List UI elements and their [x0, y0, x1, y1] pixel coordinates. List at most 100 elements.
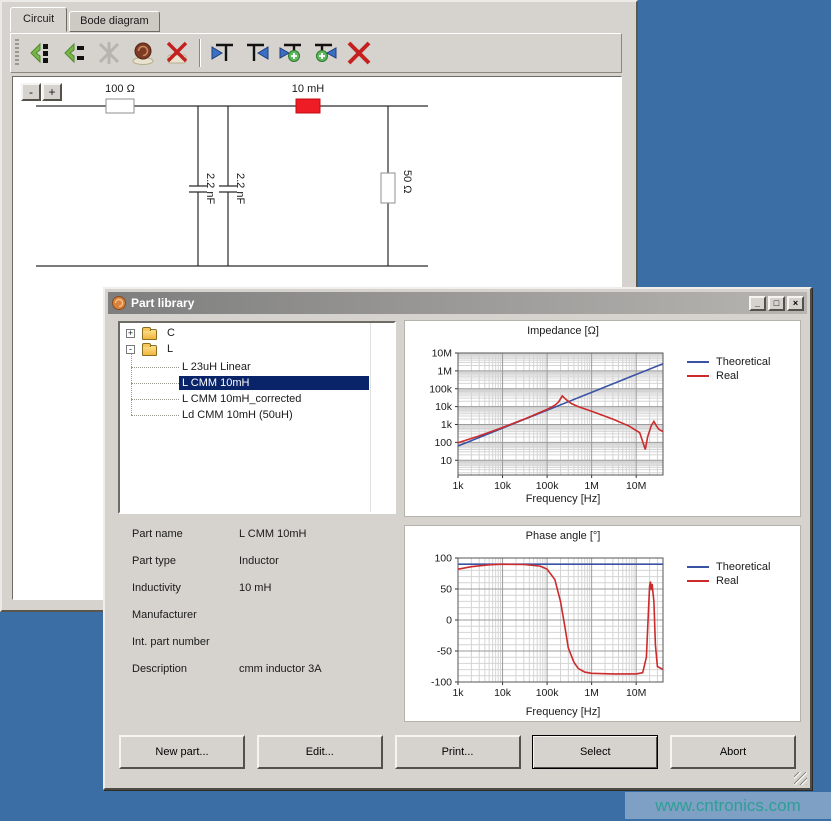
- close-button[interactable]: ×: [787, 296, 804, 311]
- resize-grip[interactable]: [794, 772, 807, 785]
- part-name-value: L CMM 10mH: [239, 528, 306, 540]
- part-type-value: Inductor: [239, 555, 279, 567]
- capacitor-1-label: 2.2 nF: [204, 173, 216, 204]
- inductivity-label: Inductivity: [132, 582, 181, 594]
- part-library-button[interactable]: [127, 37, 159, 69]
- int-part-number-label: Int. part number: [132, 636, 210, 648]
- delete-marker-button[interactable]: [343, 37, 375, 69]
- select-button[interactable]: Select: [532, 735, 658, 769]
- resistor-50ohm[interactable]: [381, 173, 395, 203]
- toolbar-separator: [199, 39, 201, 67]
- edit-button[interactable]: Edit...: [257, 735, 383, 769]
- cut-disabled-button[interactable]: [93, 37, 125, 69]
- theoretical-line-swatch: [687, 361, 709, 363]
- legend-real-label: Real: [716, 575, 739, 587]
- toolbar-grip[interactable]: [15, 39, 19, 67]
- abort-button[interactable]: Abort: [670, 735, 796, 769]
- nudge-part-left-icon: [27, 39, 55, 67]
- insert-part-left-icon: [61, 39, 89, 67]
- theoretical-line-swatch: [687, 566, 709, 568]
- tab-circuit[interactable]: Circuit: [10, 7, 67, 32]
- watermark-banner: www.cntronics.com: [625, 792, 831, 819]
- folder-open-icon: [142, 345, 157, 356]
- tree-item-c[interactable]: C: [164, 326, 178, 340]
- tree-item-l-cmm-10mh[interactable]: L CMM 10mH: [179, 376, 369, 390]
- tree-connector: [131, 367, 179, 368]
- description-label: Description: [132, 663, 187, 675]
- add-marker-right-icon: [311, 39, 339, 67]
- marker-right-button[interactable]: [241, 37, 273, 69]
- svg-text:10: 10: [440, 455, 452, 467]
- svg-text:10M: 10M: [626, 687, 646, 699]
- tree-connector: [131, 383, 179, 384]
- svg-text:1k: 1k: [452, 687, 464, 699]
- svg-text:1M: 1M: [584, 687, 599, 699]
- inductivity-value: 10 mH: [239, 582, 271, 594]
- dialog-button-row: New part... Edit... Print... Select Abor…: [119, 735, 796, 769]
- add-marker-left-icon: [277, 39, 305, 67]
- svg-text:1M: 1M: [437, 365, 452, 377]
- dialog-title: Part library: [131, 296, 747, 310]
- dialog-title-bar[interactable]: Part library _ □ ×: [108, 292, 807, 314]
- phase-x-axis-label: Frequency [Hz]: [405, 706, 721, 718]
- delete-part-button[interactable]: [161, 37, 193, 69]
- inductor-10mh[interactable]: [296, 99, 320, 113]
- phase-legend: Theoretical Real: [687, 560, 770, 588]
- resistor-100ohm-label: 100 Ω: [105, 83, 135, 95]
- svg-text:100k: 100k: [536, 480, 560, 492]
- svg-text:50: 50: [440, 584, 452, 596]
- tree-column-divider: [370, 323, 371, 512]
- manufacturer-label: Manufacturer: [132, 609, 197, 621]
- print-button[interactable]: Print...: [395, 735, 521, 769]
- tab-bar: Circuit Bode diagram: [10, 8, 160, 32]
- tab-bode-diagram[interactable]: Bode diagram: [69, 11, 160, 32]
- marker-left-button[interactable]: [207, 37, 239, 69]
- real-line-swatch: [687, 375, 709, 377]
- add-marker-right-button[interactable]: [309, 37, 341, 69]
- svg-text:10k: 10k: [494, 687, 512, 699]
- tree-expander-l[interactable]: -: [126, 345, 135, 354]
- legend-real-label: Real: [716, 370, 739, 382]
- part-type-label: Part type: [132, 555, 176, 567]
- add-marker-left-button[interactable]: [275, 37, 307, 69]
- part-library-snail-icon: [129, 39, 157, 67]
- tree-item-l[interactable]: L: [164, 342, 176, 356]
- zoom-out-button[interactable]: -: [21, 83, 41, 101]
- resistor-100ohm[interactable]: [106, 99, 134, 113]
- svg-text:100: 100: [434, 437, 452, 449]
- svg-text:1M: 1M: [584, 480, 599, 492]
- zoom-in-button[interactable]: +: [42, 83, 62, 101]
- svg-text:10k: 10k: [435, 401, 453, 413]
- svg-text:-50: -50: [437, 646, 452, 658]
- inductor-10mh-label: 10 mH: [292, 83, 324, 95]
- impedance-legend: Theoretical Real: [687, 355, 770, 383]
- impedance-chart-panel: Impedance [Ω] 1k10k100k1M10M10M1M100k10k…: [404, 320, 801, 517]
- tree-connector: [131, 399, 179, 400]
- tree-connector: [131, 415, 179, 416]
- tree-item-l23uh-linear[interactable]: L 23uH Linear: [179, 360, 254, 374]
- real-line-swatch: [687, 580, 709, 582]
- marker-left-icon: [209, 39, 237, 67]
- part-tree[interactable]: + C - L L 23uH Linear L CMM 10mH L CMM 1…: [118, 321, 396, 514]
- part-library-snail-icon: [111, 295, 127, 311]
- phase-chart-panel: Phase angle [°] 1k10k100k1M10M100500-50-…: [404, 525, 801, 722]
- insert-part-left-button[interactable]: [59, 37, 91, 69]
- new-part-button[interactable]: New part...: [119, 735, 245, 769]
- folder-icon: [142, 329, 157, 340]
- nudge-part-left-button[interactable]: [25, 37, 57, 69]
- description-value: cmm inductor 3A: [239, 663, 322, 675]
- maximize-button[interactable]: □: [768, 296, 785, 311]
- tree-item-l-cmm-10mh-corrected[interactable]: L CMM 10mH_corrected: [179, 392, 304, 406]
- resistor-50ohm-label: 50 Ω: [401, 170, 413, 194]
- capacitor-2-label: 2.2 nF: [234, 173, 246, 204]
- delete-part-icon: [163, 39, 191, 67]
- toolbar: [10, 33, 622, 73]
- svg-text:10k: 10k: [494, 480, 512, 492]
- marker-right-icon: [243, 39, 271, 67]
- part-library-dialog: Part library _ □ × + C - L L 23uH Linear…: [103, 287, 812, 790]
- svg-text:100k: 100k: [536, 687, 560, 699]
- minimize-button[interactable]: _: [749, 296, 766, 311]
- svg-text:100: 100: [434, 553, 452, 565]
- tree-expander-c[interactable]: +: [126, 329, 135, 338]
- tree-item-ld-cmm-10mh-50uh[interactable]: Ld CMM 10mH (50uH): [179, 408, 296, 422]
